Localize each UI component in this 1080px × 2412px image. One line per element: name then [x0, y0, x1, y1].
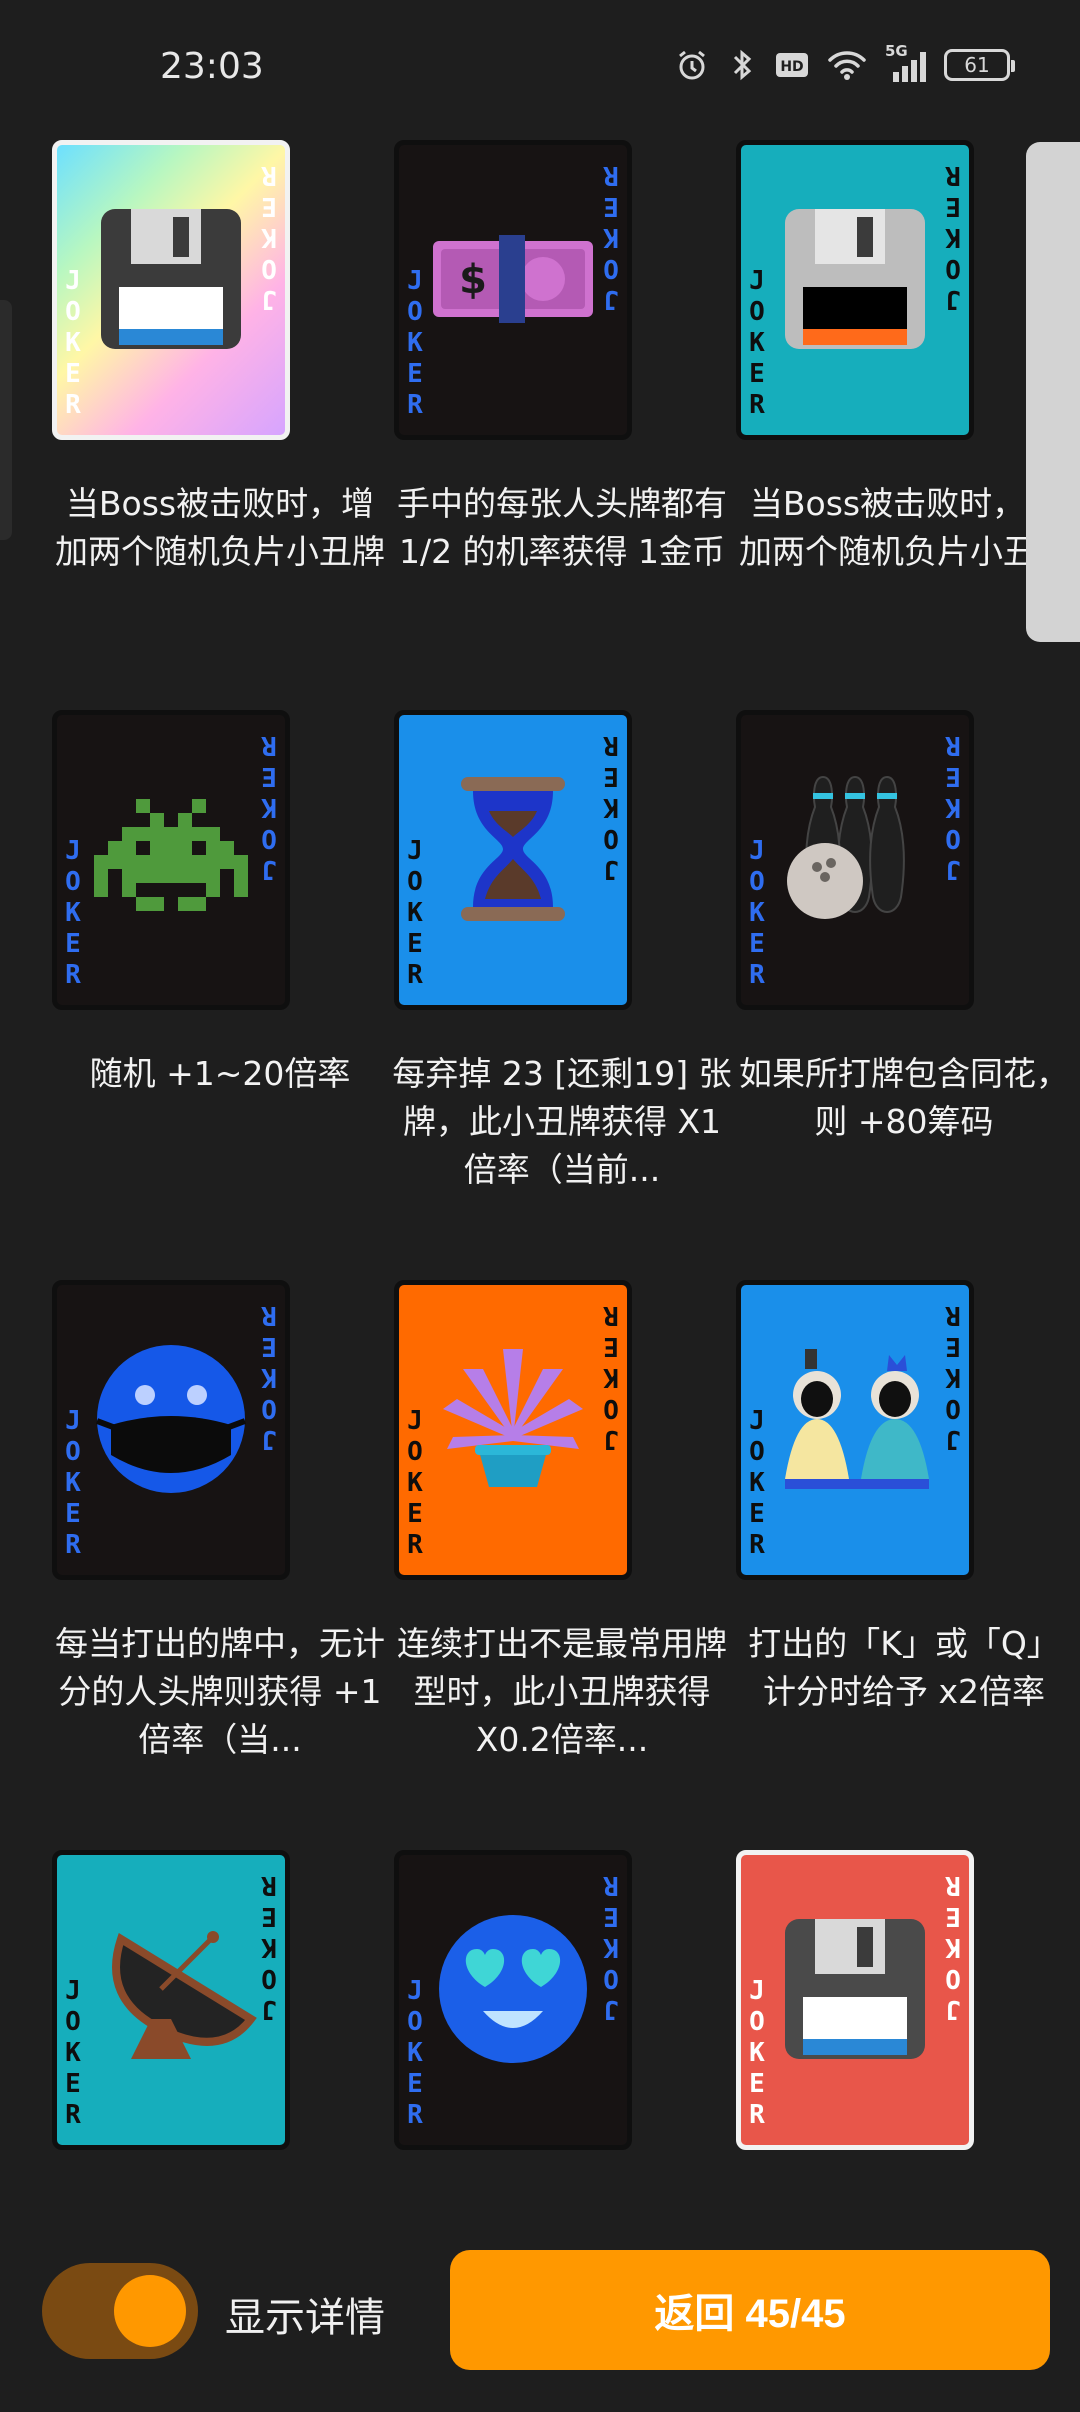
joker-label-left: JOKER [749, 1406, 765, 1560]
joker-label-right: JOKER [603, 1870, 619, 2024]
joker-label-left: JOKER [65, 836, 81, 990]
joker-card[interactable]: JOKER JOKER [52, 1850, 290, 2150]
joker-label-left: JOKER [749, 266, 765, 420]
joker-card[interactable]: JOKER JOKER [736, 1850, 974, 2150]
joker-label-right: JOKER [945, 160, 961, 314]
bowling-icon [787, 775, 905, 919]
show-details-toggle[interactable] [42, 2263, 198, 2359]
joker-label-left: JOKER [407, 266, 423, 420]
hourglass-icon [461, 777, 565, 921]
joker-label-right: JOKER [603, 1300, 619, 1454]
joker-grid: JOKER JOKER 当Boss被击败时，增加两个随机负片小丑牌 JOKER … [0, 0, 1080, 2205]
floppy-disk-icon [785, 1919, 925, 2059]
scrollbar[interactable] [1026, 142, 1080, 642]
joker-description: 手中的每张人头牌都有 1/2 的机率获得 1金币 [397, 484, 727, 571]
joker-card[interactable]: JOKER JOKER [52, 1280, 290, 1580]
joker-label-right: JOKER [603, 730, 619, 884]
joker-description: 每当打出的牌中，无计分的人头牌则获得 +1倍率（当... [55, 1624, 385, 1759]
masked-face-icon [95, 1345, 247, 1493]
joker-label-left: JOKER [407, 1406, 423, 1560]
joker-label-left: JOKER [749, 836, 765, 990]
satellite-dish-icon [112, 1931, 257, 2059]
joker-card[interactable]: JOKER JOKER [394, 1850, 632, 2150]
joker-card[interactable]: JOKER JOKER [736, 1280, 974, 1580]
joker-label-right: JOKER [945, 1870, 961, 2024]
joker-label-right: JOKER [261, 160, 277, 314]
joker-card[interactable]: JOKER JOKER [736, 140, 974, 440]
joker-label-right: JOKER [603, 160, 619, 314]
joker-label-right: JOKER [261, 1300, 277, 1454]
joker-label-right: JOKER [945, 730, 961, 884]
fern-plant-icon [443, 1349, 583, 1487]
joker-description: 打出的「K」或「Q」计分时给予 x2倍率 [748, 1624, 1060, 1711]
floppy-disk-icon [101, 209, 241, 349]
joker-label-left: JOKER [65, 1406, 81, 1560]
joker-label-left: JOKER [407, 1976, 423, 2130]
joker-description: 随机 +1~20倍率 [89, 1054, 351, 1093]
joker-description: 连续打出不是最常用牌型时，此小丑牌获得 X0.2倍率... [397, 1624, 727, 1759]
joker-card[interactable]: JOKER JOKER [736, 710, 974, 1010]
joker-card[interactable]: JOKER JOKER [52, 140, 290, 440]
hina-dolls-icon [785, 1349, 929, 1489]
joker-card[interactable]: JOKER JOKER [52, 710, 290, 1010]
floppy-disk-icon [785, 209, 925, 349]
toggle-knob [114, 2275, 186, 2347]
svg-text:$: $ [459, 257, 487, 303]
return-button[interactable]: 返回 45/45 [450, 2250, 1050, 2370]
joker-card[interactable]: JOKER JOKER [394, 1280, 632, 1580]
joker-label-right: JOKER [945, 1300, 961, 1454]
joker-label-right: JOKER [261, 730, 277, 884]
money-banknote-icon: $ [433, 235, 593, 323]
space-invader-icon [94, 799, 248, 911]
heart-eyes-face-icon [439, 1915, 587, 2063]
joker-card[interactable]: JOKER JOKER $ [394, 140, 632, 440]
joker-description: 当Boss被击败时，增加两个随机负片小丑牌 [739, 484, 1069, 571]
joker-label-right: JOKER [261, 1870, 277, 2024]
bottom-bar: 显示详情 返回 45/45 [0, 2205, 1080, 2412]
show-details-label: 显示详情 [225, 2295, 385, 2341]
joker-description: 每弃掉 23 [还剩19] 张牌，此小丑牌获得 X1倍率（当前... [392, 1054, 732, 1189]
joker-label-left: JOKER [749, 1976, 765, 2130]
joker-description: 如果所打牌包含同花，则 +80筹码 [739, 1054, 1069, 1141]
joker-label-left: JOKER [65, 266, 81, 420]
joker-label-left: JOKER [65, 1976, 81, 2130]
joker-description: 当Boss被击败时，增加两个随机负片小丑牌 [55, 484, 385, 571]
joker-label-left: JOKER [407, 836, 423, 990]
joker-card[interactable]: JOKER JOKER [394, 710, 632, 1010]
